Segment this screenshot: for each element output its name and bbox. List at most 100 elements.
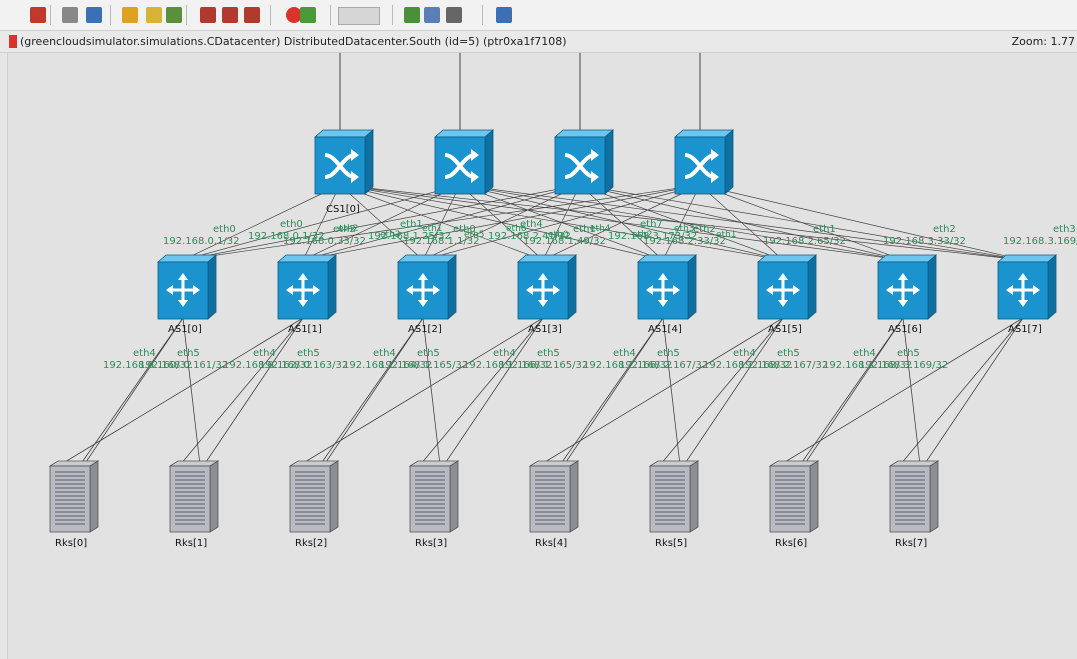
port-if-label: eth1 bbox=[573, 224, 596, 235]
agg-switch-side bbox=[927, 254, 937, 320]
core-switch-face bbox=[673, 129, 735, 138]
port-if-label: eth5 bbox=[657, 348, 680, 359]
undo-icon[interactable] bbox=[200, 7, 216, 23]
port-if-label: eth4 bbox=[733, 348, 756, 359]
agg-rack-link bbox=[902, 317, 921, 466]
port-addr-label: 192.168.3.169/32 bbox=[859, 360, 948, 371]
port-if-label: eth3 bbox=[1053, 224, 1076, 235]
port-if-label: eth2 bbox=[333, 224, 356, 235]
zoom-in-icon[interactable] bbox=[404, 7, 420, 23]
port-if-label: eth4 bbox=[853, 348, 876, 359]
port-addr-label: 192.168.3.169/32 bbox=[1003, 236, 1077, 247]
port-addr-label: 192.168.1.49/32 bbox=[523, 236, 606, 247]
agg-switch-label: AS1[5] bbox=[768, 324, 802, 335]
arrow-icon[interactable] bbox=[496, 7, 512, 23]
port-if-label: eth4 bbox=[613, 348, 636, 359]
agg-switch-top bbox=[396, 254, 458, 263]
port-if-label: eth1 bbox=[422, 224, 443, 234]
agg-switch-label: AS1[2] bbox=[408, 324, 442, 335]
port-if-label: eth4 bbox=[493, 348, 516, 359]
rack-top bbox=[48, 460, 100, 467]
rack-top bbox=[408, 460, 460, 467]
agg-switch-label: AS1[1] bbox=[288, 324, 322, 335]
agg-rack-link bbox=[803, 317, 904, 466]
port-if-label: eth7 bbox=[640, 219, 663, 230]
agg-switch-top bbox=[636, 254, 698, 263]
rack-label: Rks[2] bbox=[295, 538, 327, 549]
agg-switch-side bbox=[207, 254, 217, 320]
labels-icon[interactable] bbox=[446, 7, 462, 23]
agg-switch-side bbox=[327, 254, 337, 320]
agg-switch-label: AS1[3] bbox=[528, 324, 562, 335]
toolbar bbox=[0, 0, 1077, 31]
core-switch-face bbox=[724, 129, 734, 195]
agg-rack-link bbox=[683, 317, 784, 466]
step-icon[interactable] bbox=[62, 7, 78, 23]
rack-side bbox=[89, 460, 99, 533]
find-icon[interactable] bbox=[146, 7, 162, 23]
port-if-label: eth5 bbox=[297, 348, 320, 359]
agg-switch-label: AS1[7] bbox=[1008, 324, 1042, 335]
agg-rack-link bbox=[899, 317, 1024, 466]
zoom-out-icon[interactable] bbox=[424, 7, 440, 23]
rack-side bbox=[929, 460, 939, 533]
inspect-icon[interactable] bbox=[86, 7, 102, 23]
agg-rack-link bbox=[923, 317, 1024, 466]
port-if-label: eth0 bbox=[453, 224, 476, 235]
agg-rack-link bbox=[79, 317, 184, 466]
port-addr-label: 192.168.0.33/32 bbox=[283, 236, 366, 247]
agg-switch-label: AS1[0] bbox=[168, 324, 202, 335]
core-switch-face bbox=[313, 129, 375, 138]
agg-rack-link bbox=[59, 317, 304, 466]
agg-switch-top bbox=[756, 254, 818, 263]
agg-switch-side bbox=[807, 254, 817, 320]
rack-top bbox=[648, 460, 700, 467]
rack-label: Rks[0] bbox=[55, 538, 87, 549]
agg-rack-link bbox=[659, 317, 784, 466]
toolbar-separator bbox=[186, 5, 187, 25]
rack-top bbox=[168, 460, 220, 467]
agg-rack-link bbox=[799, 317, 904, 466]
rack-top bbox=[768, 460, 820, 467]
core-agg-link bbox=[699, 184, 904, 261]
agg-switch-top bbox=[276, 254, 338, 263]
core-switch-label: CS1[0] bbox=[326, 204, 360, 215]
network-graph: eth0192.168.0.1/32eth1192.168.1.25/32eth… bbox=[48, 53, 1077, 549]
rack-top bbox=[288, 460, 340, 467]
toolbar-separator bbox=[50, 5, 51, 25]
rack-side bbox=[689, 460, 699, 533]
port-addr-label: 192.168.2.167/32 bbox=[619, 360, 708, 371]
rack-label: Rks[5] bbox=[655, 538, 687, 549]
module-flag-icon bbox=[9, 35, 17, 48]
info-icon[interactable] bbox=[122, 7, 138, 23]
agg-switch-side bbox=[447, 254, 457, 320]
redo-icon[interactable] bbox=[222, 7, 238, 23]
agg-rack-link bbox=[83, 317, 184, 466]
agg-switch-top bbox=[996, 254, 1058, 263]
run-until-icon[interactable] bbox=[244, 7, 260, 23]
port-if-label: eth5 bbox=[777, 348, 800, 359]
module-tree-icon[interactable] bbox=[166, 7, 182, 23]
core-agg-link bbox=[662, 184, 701, 261]
rack-label: Rks[7] bbox=[895, 538, 927, 549]
agg-rack-link bbox=[203, 317, 304, 466]
port-addr-label: 192.168.2.167/32 bbox=[739, 360, 828, 371]
agg-rack-link bbox=[323, 317, 424, 466]
network-canvas[interactable]: eth0 192.168.0.1/32 eth1 192.168.1.25/32 eth… bbox=[7, 53, 1077, 659]
run-icon[interactable] bbox=[30, 7, 46, 23]
refresh-icon[interactable] bbox=[300, 7, 316, 23]
rack-label: Rks[4] bbox=[535, 538, 567, 549]
port-if-label: eth5 bbox=[897, 348, 920, 359]
toolbar-separator bbox=[330, 5, 331, 25]
port-if-label: eth3 bbox=[380, 230, 401, 240]
agg-rack-link bbox=[319, 317, 424, 466]
rack-side bbox=[569, 460, 579, 533]
port-addr-label: 192.168.1.1/32 bbox=[403, 236, 480, 247]
port-if-label: eth2 bbox=[693, 224, 716, 235]
port-if-label: eth4 bbox=[253, 348, 276, 359]
zoom-level-text: Zoom: 1.77 bbox=[1011, 35, 1075, 48]
port-addr-label: 192.168.2.33/32 bbox=[643, 236, 726, 247]
agg-switch-top bbox=[156, 254, 218, 263]
agg-rack-link bbox=[559, 317, 664, 466]
speed-slider[interactable] bbox=[338, 7, 380, 25]
